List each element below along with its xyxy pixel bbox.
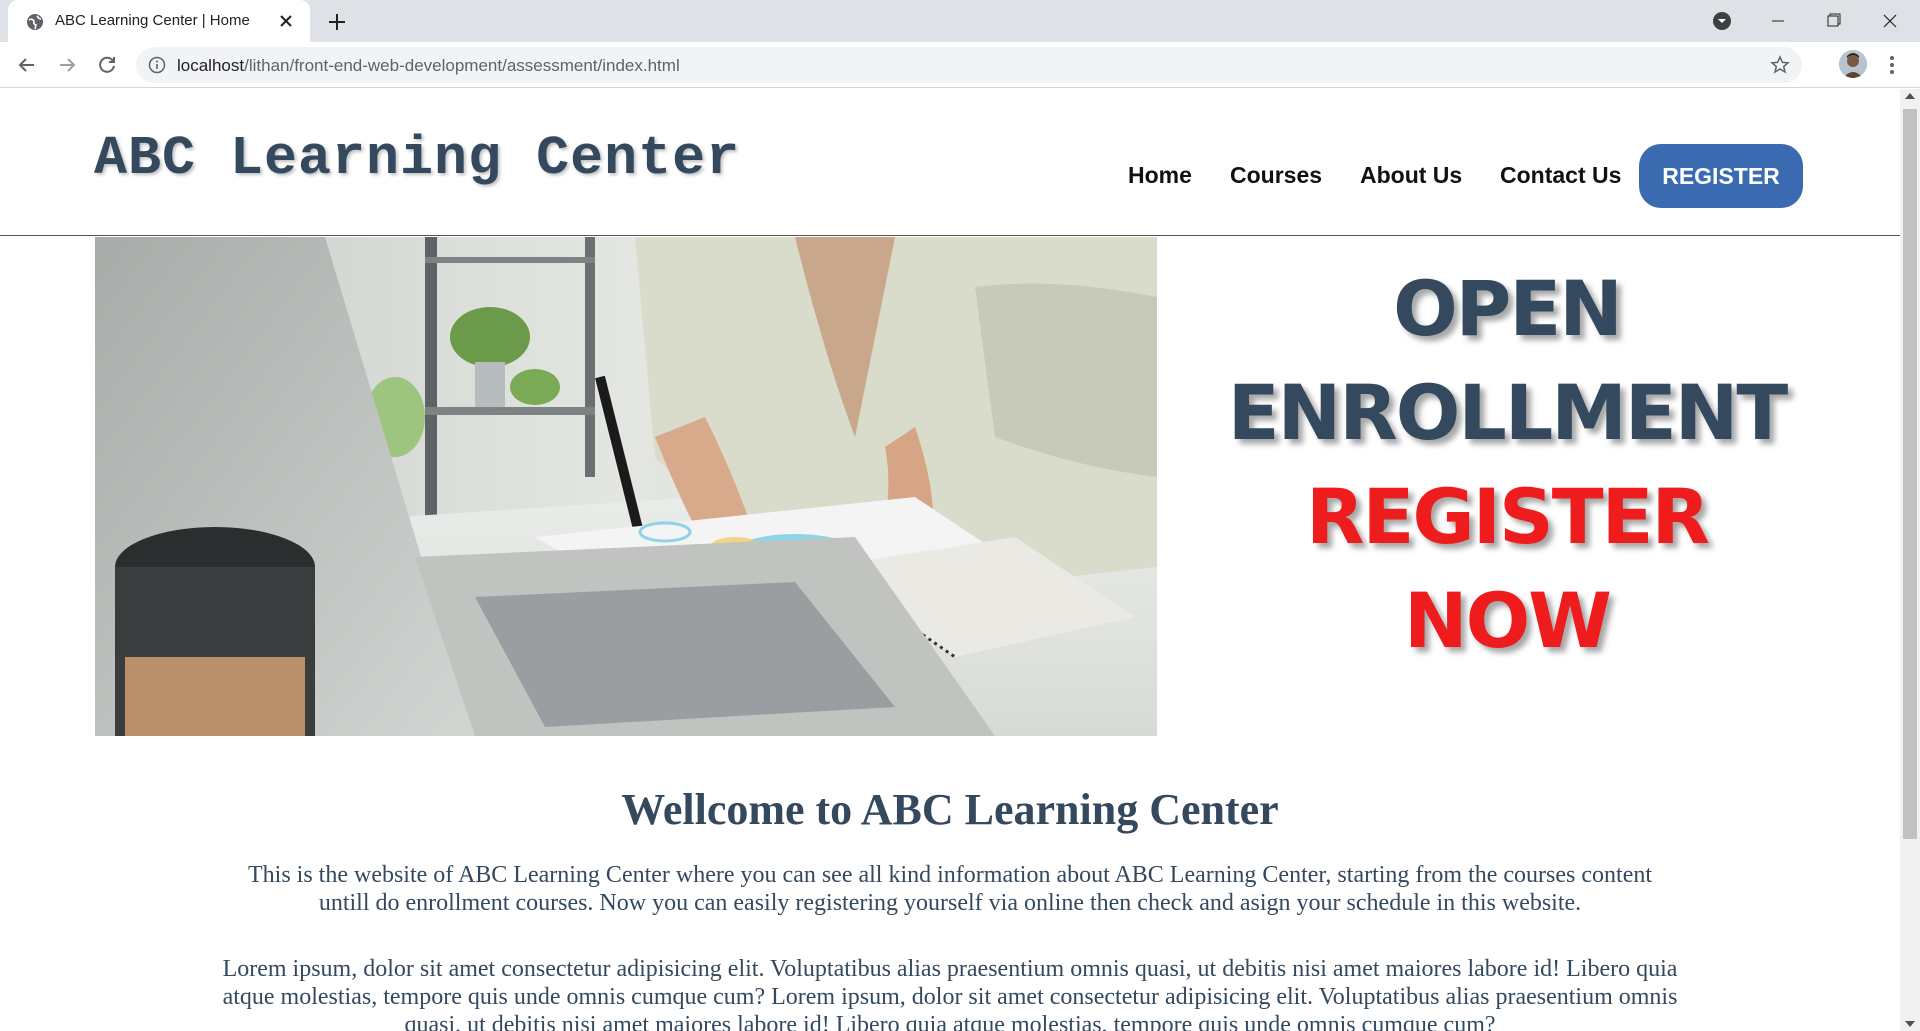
page-viewport: ABC Learning Center Home Courses About U… — [0, 89, 1900, 1031]
scroll-down-arrow-icon[interactable] — [1905, 1021, 1915, 1027]
info-icon[interactable] — [148, 56, 166, 74]
intro-paragraph: This is the website of ABC Learning Cent… — [247, 862, 1653, 916]
nav-link-courses[interactable]: Courses — [1230, 162, 1322, 189]
plus-icon[interactable] — [325, 10, 349, 34]
window-close-icon[interactable] — [1870, 6, 1910, 36]
site-logo[interactable]: ABC Learning Center — [94, 127, 740, 190]
tab-strip: ABC Learning Center | Home — [0, 0, 1920, 42]
globe-icon — [27, 14, 43, 30]
page-scrollbar[interactable] — [1900, 89, 1920, 1031]
reload-icon[interactable] — [94, 52, 120, 78]
browser-toolbar: localhost/lithan/front-end-web-developme… — [0, 42, 1920, 88]
nav-link-about-us[interactable]: About Us — [1360, 162, 1462, 189]
close-icon[interactable] — [276, 11, 296, 31]
enrollment-promo: OPEN ENROLLMENT REGISTER NOW — [1157, 237, 1857, 736]
promo-line-open: OPEN — [1393, 264, 1623, 353]
nav-link-home[interactable]: Home — [1128, 162, 1192, 189]
kebab-menu-icon[interactable] — [1882, 54, 1902, 76]
tab-title: ABC Learning Center | Home — [55, 12, 250, 29]
promo-line-register: REGISTER — [1305, 472, 1710, 561]
lorem-paragraph: Lorem ipsum, dolor sit amet consectetur … — [222, 956, 1678, 1031]
address-bar[interactable]: localhost/lithan/front-end-web-developme… — [136, 47, 1802, 83]
scrollbar-thumb[interactable] — [1903, 109, 1917, 839]
promo-line-enrollment: ENROLLMENT — [1227, 368, 1789, 457]
url-host: localhost — [177, 56, 245, 75]
nav-link-contact-us[interactable]: Contact Us — [1500, 162, 1621, 189]
url-path: /lithan/front-end-web-development/assess… — [244, 56, 680, 75]
forward-icon[interactable] — [54, 52, 80, 78]
site-header: ABC Learning Center Home Courses About U… — [0, 89, 1900, 236]
back-icon[interactable] — [14, 52, 40, 78]
tab-search-icon[interactable] — [1712, 11, 1732, 31]
avatar[interactable] — [1839, 50, 1867, 78]
browser-tab[interactable]: ABC Learning Center | Home — [8, 0, 310, 42]
scroll-up-arrow-icon[interactable] — [1905, 93, 1915, 99]
register-button[interactable]: REGISTER — [1639, 144, 1803, 208]
url-text: localhost/lithan/front-end-web-developme… — [177, 56, 680, 76]
welcome-heading: Wellcome to ABC Learning Center — [621, 785, 1279, 834]
maximize-icon[interactable] — [1813, 6, 1853, 36]
hero-image — [95, 237, 1157, 736]
minimize-icon[interactable] — [1758, 6, 1798, 36]
star-icon[interactable] — [1770, 55, 1790, 75]
promo-line-now: NOW — [1403, 576, 1612, 665]
